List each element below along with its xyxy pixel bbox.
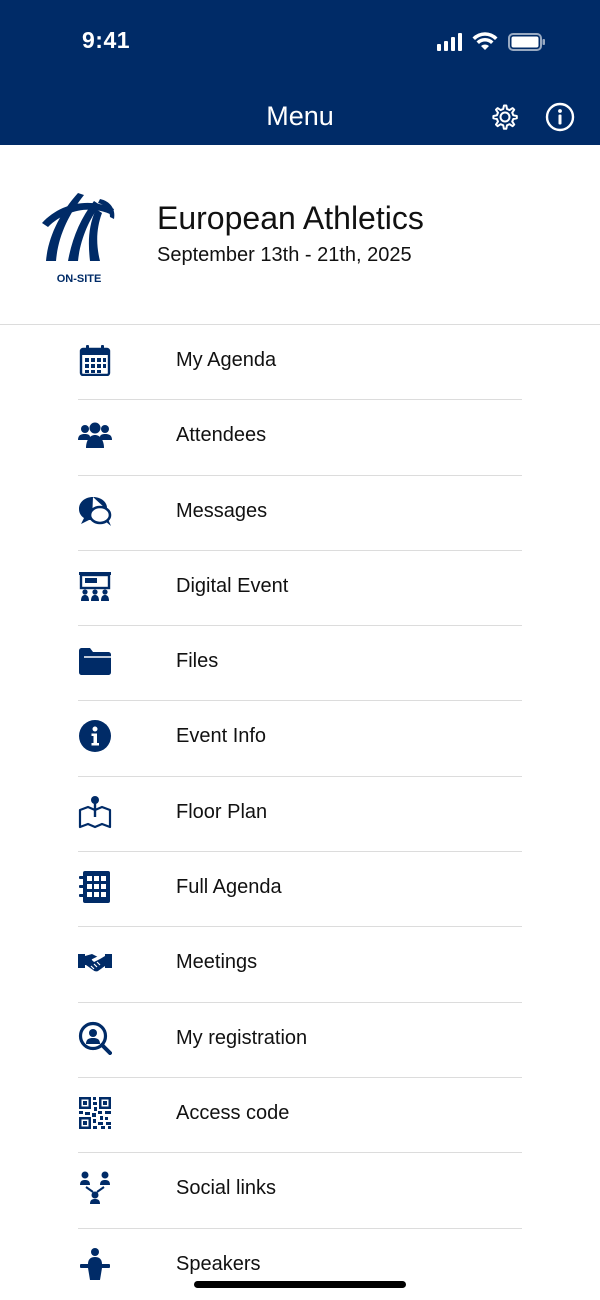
menu-list: My Agenda Attendees Messages Digital Eve… bbox=[78, 325, 522, 1300]
menu-item-full-agenda[interactable]: Full Agenda bbox=[78, 852, 522, 928]
event-dates: September 13th - 21th, 2025 bbox=[157, 244, 412, 266]
menu-item-label: Full Agenda bbox=[176, 876, 282, 899]
map-pin-icon bbox=[78, 795, 112, 829]
logo-text: ON-SITE bbox=[56, 273, 102, 285]
menu-item-messages[interactable]: Messages bbox=[78, 476, 522, 551]
event-logo: ON-SITE bbox=[38, 185, 120, 285]
menu-item-meetings[interactable]: Meetings bbox=[78, 927, 522, 1003]
user-search-icon bbox=[78, 1021, 112, 1055]
info-button[interactable] bbox=[542, 99, 578, 135]
menu-item-files[interactable]: Files bbox=[78, 626, 522, 702]
athletics-logo-icon bbox=[42, 193, 115, 261]
handshake-icon bbox=[78, 945, 112, 979]
menu-item-social-links[interactable]: Social links bbox=[78, 1153, 522, 1229]
status-icons bbox=[437, 30, 546, 54]
top-bar: 9:41 Menu bbox=[0, 0, 600, 145]
presentation-audience-icon bbox=[78, 569, 112, 603]
battery-icon bbox=[508, 32, 546, 52]
menu-item-label: My Agenda bbox=[176, 349, 277, 371]
folder-icon bbox=[78, 644, 112, 678]
menu-item-speakers[interactable]: Speakers bbox=[78, 1229, 522, 1300]
menu-item-label: My registration bbox=[176, 1026, 308, 1049]
menu-item-label: Floor Plan bbox=[176, 800, 268, 823]
menu-item-label: Meetings bbox=[176, 951, 258, 974]
people-icon bbox=[78, 418, 112, 452]
menu-item-label: Digital Event bbox=[176, 574, 289, 597]
menu-item-label: Event Info bbox=[176, 725, 267, 748]
network-icon bbox=[78, 1171, 112, 1205]
event-header: ON-SITE European Athletics September 13t… bbox=[0, 145, 600, 325]
gear-icon bbox=[492, 104, 518, 130]
status-time: 9:41 bbox=[82, 27, 131, 53]
calendar-icon bbox=[78, 343, 112, 377]
speaker-podium-icon bbox=[78, 1247, 112, 1281]
home-indicator[interactable] bbox=[194, 1281, 406, 1288]
menu-item-attendees[interactable]: Attendees bbox=[78, 400, 522, 476]
chat-bubbles-icon bbox=[78, 494, 112, 528]
menu-item-access-code[interactable]: Access code bbox=[78, 1078, 522, 1154]
menu-item-floor-plan[interactable]: Floor Plan bbox=[78, 777, 522, 853]
signal-icon bbox=[437, 33, 462, 51]
event-name: European Athletics bbox=[157, 200, 424, 236]
menu-item-digital-event[interactable]: Digital Event bbox=[78, 551, 522, 627]
menu-item-label: Access code bbox=[176, 1101, 290, 1124]
settings-button[interactable] bbox=[487, 99, 523, 135]
menu-item-label: Social links bbox=[176, 1177, 277, 1200]
menu-item-label: Speakers bbox=[176, 1252, 261, 1275]
menu-item-my-registration[interactable]: My registration bbox=[78, 1003, 522, 1078]
menu-item-my-agenda[interactable]: My Agenda bbox=[78, 325, 522, 401]
qr-code-icon bbox=[78, 1096, 112, 1130]
info-circle-icon bbox=[545, 102, 575, 132]
wifi-icon bbox=[472, 32, 498, 52]
menu-item-label: Files bbox=[176, 650, 219, 673]
menu-item-label: Attendees bbox=[176, 424, 267, 447]
menu-item-event-info[interactable]: Event Info bbox=[78, 701, 522, 777]
info-icon bbox=[78, 719, 112, 753]
grid-notebook-icon bbox=[78, 870, 112, 904]
menu-item-label: Messages bbox=[176, 499, 268, 522]
